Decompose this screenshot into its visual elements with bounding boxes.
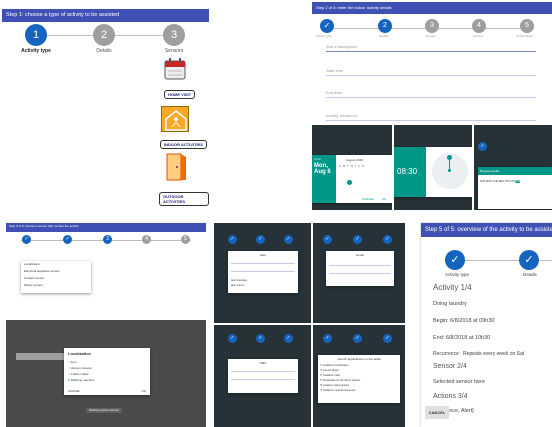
start-time-field[interactable]: Start time (326, 68, 343, 73)
door-icon[interactable] (165, 152, 187, 182)
actions-heading: Actions 3/4 (433, 393, 468, 400)
activity-heading: Activity 1/4 (433, 283, 472, 292)
repeat-dialog: Repeat weekly SUN MON TUE WED THU FRI SA… (478, 167, 552, 209)
sensor-option-electrical[interactable]: Electrical appliance sensor (24, 268, 91, 275)
loc-option-washing[interactable]: ● Washing machine (68, 377, 146, 383)
calendar-ok[interactable]: OK (382, 197, 386, 201)
clock-face[interactable] (432, 153, 468, 189)
sensor-option-contact[interactable]: Contact sensor (24, 275, 91, 282)
sms-screenshot: ✓ ✓ ✓ SMS (214, 325, 311, 427)
alert-option-sound[interactable]: Alert sound (231, 284, 244, 287)
activity-begin: Begin: 6/8/2018 at 09h30 (433, 318, 495, 324)
sms-dialog: SMS (228, 359, 298, 393)
step1-item-2[interactable]: 2 Details (84, 24, 124, 54)
step1-title: Step 1: choose a type of activity to be … (2, 9, 209, 22)
indoor-activities-button[interactable]: INDOOR ACTIVITIES (160, 140, 207, 149)
sensor-option-localization[interactable]: Localization (24, 261, 91, 268)
step1-item-3[interactable]: 3 Sensors (154, 24, 194, 54)
localization-screenshot: Localization ○ Item ○ Vacuum cleaner ○ C… (6, 320, 206, 427)
panel-step1: Step 1: choose a type of activity to be … (2, 2, 209, 207)
alert-option-message[interactable]: Alert message (231, 279, 247, 282)
sensor-option-motion[interactable]: Motion sensor (24, 282, 91, 289)
frequency-field[interactable]: Activity frequency (326, 113, 357, 118)
activity-recurrence: Recurrence : Repeats every week on Sat (433, 351, 525, 357)
step2-circle-5[interactable]: 5 (520, 19, 534, 33)
step2-title: Step 2 of 5: enter the indoor activity d… (312, 2, 552, 14)
clock-screenshot: 08:30 (394, 125, 472, 210)
app-item[interactable]: ☐ Guidance musical instrument (320, 388, 398, 393)
activity-end: End: 6/8/2018 at 10h30 (433, 335, 491, 341)
step5-title: Step 5 of 5: overview of the activity to… (421, 223, 552, 237)
alert-screenshot: ✓ ✓ ✓ Alert Alert message Alert sound (214, 223, 311, 323)
home-visit-button[interactable]: HOME VISIT (164, 90, 196, 99)
sensor-value: Selected sensor here (433, 379, 485, 385)
cancel-button[interactable]: CANCEL (425, 406, 449, 419)
time-picker: 08:30 (394, 147, 472, 197)
email-screenshot: ✓ ✓ ✓ Email (313, 223, 405, 323)
loc-cancel[interactable]: CANCEL (68, 389, 80, 393)
repeat-screenshot: ✓ Repeat weekly SUN MON TUE WED THU FRI … (474, 125, 552, 210)
loc-toast: Washing machine selected (86, 408, 122, 413)
indoor-icon[interactable] (161, 106, 189, 132)
step5-check-2[interactable]: ✓ (519, 250, 539, 270)
panel-step2: Step 2 of 5: enter the indoor activity d… (312, 2, 552, 126)
launch-apps-screenshot: ✓ ✓ ✓ Launch applications on the tablet … (313, 325, 405, 427)
step2-circle-4[interactable]: 4 (472, 19, 486, 33)
launch-apps-dialog: Launch applications on the tablet ☐ Guid… (318, 355, 400, 403)
email-dialog: Email (326, 251, 394, 286)
localization-dialog: Localization ○ Item ○ Vacuum cleaner ○ C… (64, 348, 150, 395)
outdoor-activities-button[interactable]: OUTDOOR ACTIVITIES (159, 192, 209, 206)
selected-time: 08:30 (397, 167, 418, 176)
activity-name: Doing laundry (433, 301, 467, 307)
alert-dialog: Alert Alert message Alert sound (228, 251, 298, 293)
selected-date: Mon, Aug 6 (314, 163, 331, 175)
sensor-menu: Localization Electrical appliance sensor… (21, 261, 91, 293)
end-time-field[interactable]: End time (326, 90, 342, 95)
description-field[interactable]: Add a description (326, 44, 357, 49)
calendar-cancel[interactable]: CANCEL (362, 197, 374, 201)
step2-check-1[interactable]: ✓ (320, 19, 334, 33)
calendar-screenshot: 2018 Mon, Aug 6 August 2018 S M T W T F … (312, 125, 392, 210)
loc-ok[interactable]: OK (142, 389, 146, 393)
calendar-icon[interactable] (163, 57, 187, 81)
step2-circle-2[interactable]: 2 (378, 19, 392, 33)
step1-item-1[interactable]: 1 Activity type (16, 24, 56, 54)
step2-circle-3[interactable]: 3 (425, 19, 439, 33)
sensor-heading: Sensor 2/4 (433, 363, 467, 370)
date-picker: 2018 Mon, Aug 6 August 2018 S M T W T F … (312, 155, 392, 203)
panel-step3: Step 3 of 5: choose a sensor that monito… (6, 223, 206, 320)
panel-step5: Step 5 of 5: overview of the activity to… (421, 223, 552, 427)
step5-check-1[interactable]: ✓ (445, 250, 465, 270)
